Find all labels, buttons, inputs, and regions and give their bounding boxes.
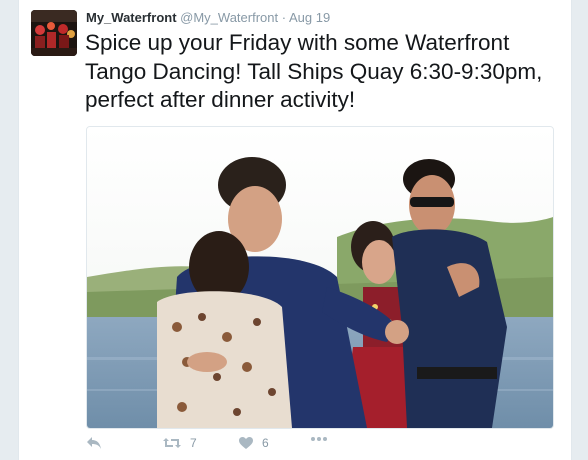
avatar[interactable]	[31, 10, 77, 56]
like-button[interactable]: 6	[238, 436, 269, 450]
reply-icon	[86, 436, 102, 450]
more-icon	[310, 436, 328, 442]
separator: ·	[281, 10, 287, 25]
tango-dancers-photo	[87, 127, 553, 428]
tweet-photo[interactable]	[86, 126, 554, 429]
more-button[interactable]	[310, 436, 328, 442]
retweet-count: 7	[190, 436, 197, 450]
tweet-date[interactable]: Aug 19	[289, 10, 330, 25]
reply-button[interactable]	[86, 436, 102, 450]
tweet-header: My_Waterfront @My_Waterfront · Aug 19	[86, 10, 330, 25]
retweet-button[interactable]: 7	[162, 436, 197, 450]
retweet-icon	[162, 436, 182, 450]
avatar-image	[31, 10, 77, 56]
heart-icon	[238, 436, 254, 450]
tweet-text: Spice up your Friday with some Waterfron…	[85, 30, 543, 112]
display-name[interactable]: My_Waterfront	[86, 10, 177, 25]
user-handle[interactable]: @My_Waterfront	[180, 10, 278, 25]
like-count: 6	[262, 436, 269, 450]
tweet-card[interactable]: My_Waterfront @My_Waterfront · Aug 19 Sp…	[18, 0, 572, 460]
